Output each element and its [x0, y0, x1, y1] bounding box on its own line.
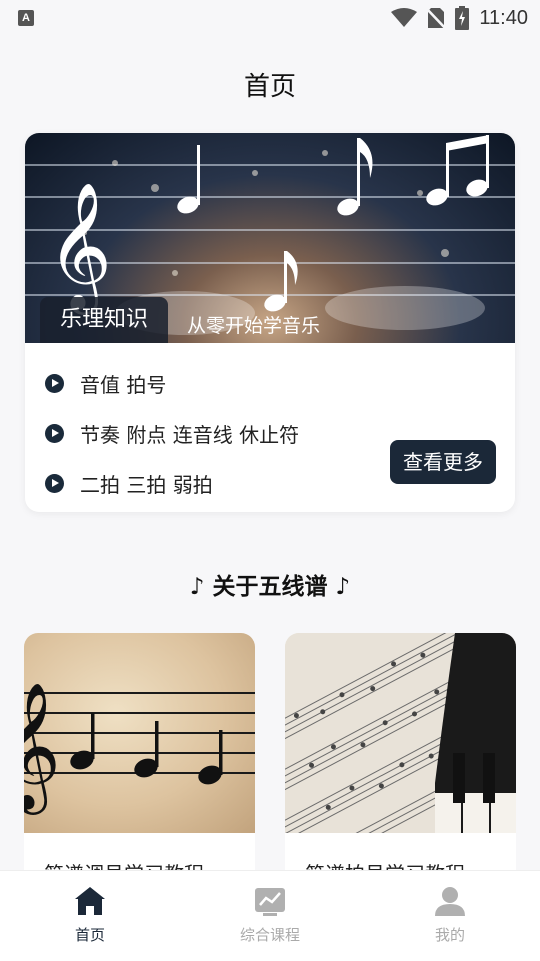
- page-title: 首页: [243, 72, 296, 102]
- clock: 11:40: [479, 6, 528, 29]
- bottom-tab-bar: 首页 综合课程 我的: [0, 870, 540, 961]
- svg-text:𝄞: 𝄞: [24, 681, 61, 815]
- piano-sheet-image: [285, 633, 516, 876]
- list-item[interactable]: 音值 拍号: [45, 358, 299, 408]
- topic-list: 音值 拍号 节奏 附点 连音线 休止符 二拍 三拍 弱拍: [45, 358, 299, 508]
- tab-courses[interactable]: 综合课程: [180, 871, 360, 961]
- play-icon: [45, 373, 64, 393]
- list-item-label: 节奏 附点 连音线 休止符: [80, 422, 300, 447]
- list-item[interactable]: 节奏 附点 连音线 休止符: [45, 408, 299, 458]
- section-title: ♪ 关于五线谱 ♪: [189, 574, 351, 600]
- tab-label: 综合课程: [239, 926, 300, 944]
- wifi-icon: [391, 8, 418, 27]
- piano-score-illustration: [285, 633, 516, 876]
- music-theory-card[interactable]: 𝄞 乐理知识 从零开始学音乐 音值 拍号 节奏 附点 连音线 休止符 二拍 三拍…: [25, 133, 515, 512]
- course-card[interactable]: 𝄞 简谱调号学习教程: [24, 633, 255, 893]
- status-icons: 11:40: [391, 6, 528, 30]
- tab-profile[interactable]: 我的: [360, 871, 540, 961]
- sheet-music-image: 𝄞: [24, 633, 255, 833]
- person-icon: [435, 887, 465, 916]
- list-item[interactable]: 二拍 三拍 弱拍: [45, 458, 299, 508]
- chart-icon: [255, 888, 285, 916]
- banner-image[interactable]: 𝄞 乐理知识 从零开始学音乐: [25, 133, 515, 343]
- course-card[interactable]: 简谱拍号学习教程: [285, 633, 516, 893]
- staff-notes-illustration: 𝄞: [24, 681, 255, 815]
- no-sim-icon: [427, 8, 446, 29]
- tab-label: 首页: [74, 926, 105, 944]
- play-icon: [45, 423, 64, 443]
- banner-subtitle: 从零开始学音乐: [187, 315, 321, 337]
- tab-label: 我的: [434, 926, 465, 944]
- tab-home[interactable]: 首页: [0, 871, 180, 961]
- svg-text:𝄞: 𝄞: [47, 181, 112, 315]
- list-item-label: 音值 拍号: [80, 372, 167, 397]
- view-more-button[interactable]: 查看更多: [390, 440, 496, 484]
- status-bar: A 11:40: [0, 0, 540, 36]
- battery-charging-icon: [455, 6, 470, 30]
- home-icon: [75, 887, 105, 915]
- banner-title: 乐理知识: [40, 297, 169, 343]
- notification-icon: A: [18, 10, 34, 26]
- list-item-label: 二拍 三拍 弱拍: [80, 472, 213, 497]
- play-icon: [45, 473, 64, 493]
